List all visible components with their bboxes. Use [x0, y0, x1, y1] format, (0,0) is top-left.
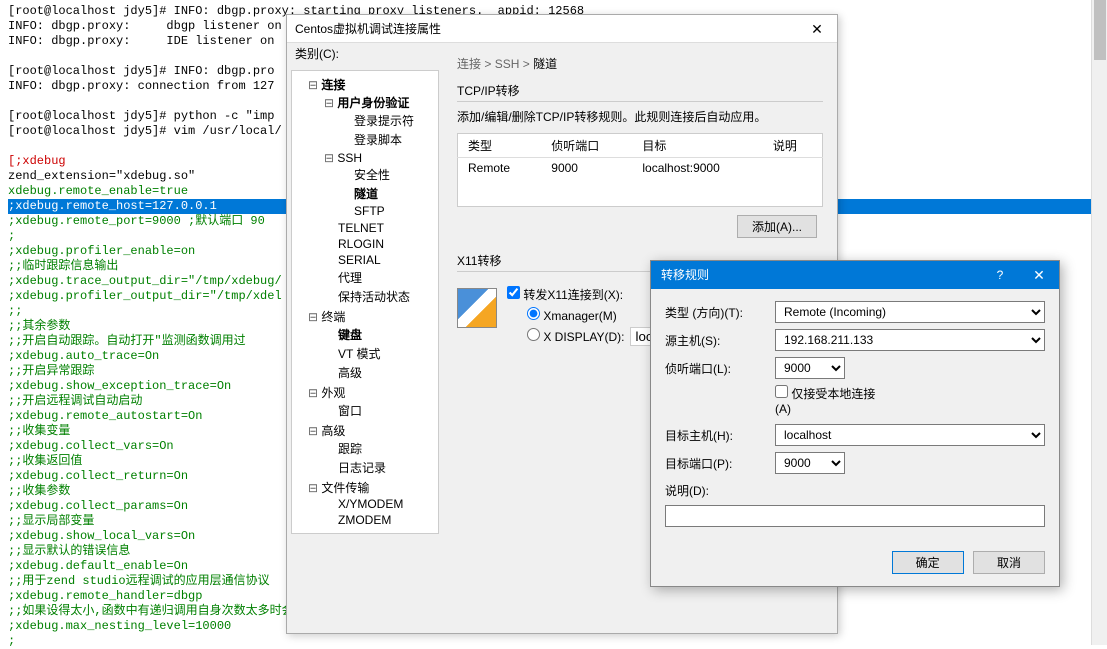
ok-button[interactable]: 确定	[892, 551, 964, 574]
dest-host-select[interactable]: localhost	[775, 424, 1045, 446]
tree-node-terminal[interactable]: 终端 键盘 VT 模式 高级	[292, 307, 438, 383]
scrollbar-thumb[interactable]	[1094, 0, 1106, 60]
type-label: 类型 (方向)(T):	[665, 304, 775, 321]
local-only-checkbox[interactable]: 仅接受本地连接(A)	[775, 385, 885, 416]
tree-leaf-proxy[interactable]: 代理	[308, 268, 438, 287]
tree-leaf-advanced[interactable]: 高级	[308, 363, 438, 382]
tree-leaf-trace[interactable]: 跟踪	[308, 439, 438, 458]
col-note: 说明	[763, 134, 823, 158]
tree-leaf-window[interactable]: 窗口	[308, 401, 438, 420]
dialog-title: Centos虚拟机调试连接属性	[295, 22, 441, 36]
tree-node-connection[interactable]: 连接 用户身份验证 登录提示符 登录脚本 SSH 安全性	[292, 75, 438, 307]
tree-leaf-log[interactable]: 日志记录	[308, 458, 438, 477]
col-port: 侦听端口	[541, 134, 632, 158]
listen-port-select[interactable]: 9000	[775, 357, 845, 379]
close-icon[interactable]: ✕	[797, 15, 837, 43]
tcpip-group-desc: 添加/编辑/删除TCP/IP转移规则。此规则连接后自动应用。	[457, 108, 823, 125]
tree-leaf-keyboard[interactable]: 键盘	[308, 325, 438, 344]
source-host-label: 源主机(S):	[665, 332, 775, 349]
table-row[interactable]: Remote 9000 localhost:9000	[458, 158, 823, 179]
dialog-titlebar[interactable]: Centos虚拟机调试连接属性 ✕	[287, 15, 837, 43]
tree-leaf-xymodem[interactable]: X/YMODEM	[308, 496, 438, 512]
tree-leaf-script[interactable]: 登录脚本	[324, 130, 438, 149]
desc-input[interactable]	[665, 505, 1045, 527]
tree-node-appearance[interactable]: 外观 窗口	[292, 383, 438, 421]
type-select[interactable]: Remote (Incoming)	[775, 301, 1045, 323]
dest-port-select[interactable]: 9000	[775, 452, 845, 474]
dialog2-titlebar[interactable]: 转移规则 ? ✕	[651, 261, 1059, 289]
dest-host-label: 目标主机(H):	[665, 427, 775, 444]
tree-leaf-zmodem[interactable]: ZMODEM	[308, 512, 438, 528]
breadcrumb: 连接 > SSH > 隧道	[457, 53, 823, 82]
scrollbar[interactable]	[1091, 0, 1107, 645]
dest-port-label: 目标端口(P):	[665, 455, 775, 472]
tree-label: 类别(C):	[287, 43, 443, 66]
forwarding-rule-dialog: 转移规则 ? ✕ 类型 (方向)(T): Remote (Incoming) 源…	[650, 260, 1060, 587]
tree-leaf-prompt[interactable]: 登录提示符	[324, 111, 438, 130]
col-target: 目标	[632, 134, 762, 158]
cancel-button[interactable]: 取消	[973, 551, 1045, 574]
close-icon[interactable]: ✕	[1019, 261, 1059, 289]
rules-table[interactable]: 类型 侦听端口 目标 说明 Remote 9000 localhost:9000	[457, 133, 823, 207]
source-host-select[interactable]: 192.168.211.133	[775, 329, 1045, 351]
xmanager-icon	[457, 288, 497, 328]
tree-node-adv2[interactable]: 高级 跟踪 日志记录	[292, 421, 438, 478]
tree-leaf-vtmode[interactable]: VT 模式	[308, 344, 438, 363]
tree-leaf-tunnel[interactable]: 隧道	[324, 184, 438, 203]
tree-node-filetransfer[interactable]: 文件传输 X/YMODEM ZMODEM	[292, 478, 438, 529]
tree-leaf-keepalive[interactable]: 保持活动状态	[308, 287, 438, 306]
tree-leaf-security[interactable]: 安全性	[324, 165, 438, 184]
dialog2-title: 转移规则	[661, 268, 709, 282]
tree-leaf-rlogin[interactable]: RLOGIN	[308, 236, 438, 252]
listen-port-label: 侦听端口(L):	[665, 360, 775, 377]
desc-label: 说明(D):	[665, 482, 775, 499]
tree-node-auth[interactable]: 用户身份验证 登录提示符 登录脚本	[308, 93, 438, 150]
col-type: 类型	[458, 134, 542, 158]
help-icon[interactable]: ?	[985, 261, 1015, 289]
tree-leaf-serial[interactable]: SERIAL	[308, 252, 438, 268]
category-tree[interactable]: 连接 用户身份验证 登录提示符 登录脚本 SSH 安全性	[291, 70, 439, 534]
tree-leaf-telnet[interactable]: TELNET	[308, 220, 438, 236]
tree-node-ssh[interactable]: SSH 安全性 隧道 SFTP	[308, 150, 438, 220]
tree-leaf-sftp[interactable]: SFTP	[324, 203, 438, 219]
add-button[interactable]: 添加(A)...	[737, 215, 817, 238]
tcpip-group-title: TCP/IP转移	[457, 82, 823, 102]
